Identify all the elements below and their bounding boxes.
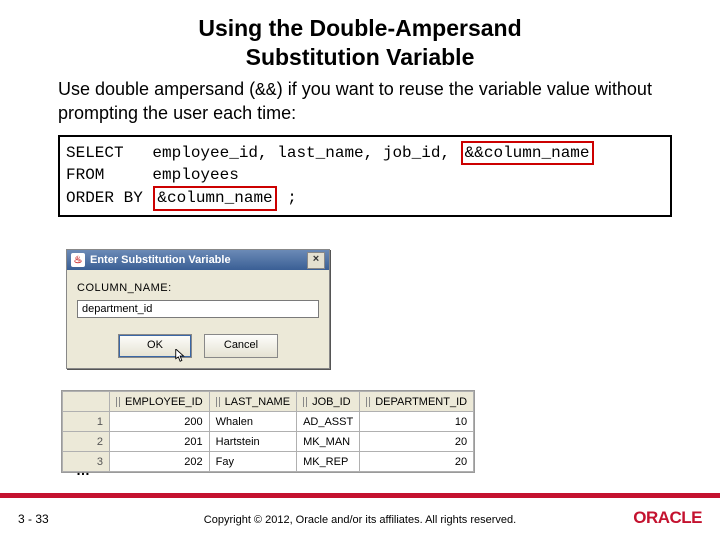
cell: Whalen — [209, 412, 296, 432]
table-header-row: EMPLOYEE_ID LAST_NAME JOB_ID DEPARTMENT_… — [63, 392, 474, 412]
col-label: EMPLOYEE_ID — [125, 396, 203, 408]
table-row: 2 201 Hartstein MK_MAN 20 — [63, 432, 474, 452]
cell: 20 — [360, 452, 474, 472]
title-line-1: Using the Double-Ampersand — [198, 15, 521, 41]
ok-button-label: OK — [147, 339, 163, 351]
cell: MK_REP — [297, 452, 360, 472]
sql-code-box: SELECT employee_id, last_name, job_id, &… — [58, 135, 672, 217]
cancel-button[interactable]: Cancel — [204, 334, 278, 358]
cell: AD_ASST — [297, 412, 360, 432]
oracle-logo: ORACLE — [633, 508, 702, 528]
cell: MK_MAN — [297, 432, 360, 452]
cell: 20 — [360, 432, 474, 452]
rows-ellipsis: … — [76, 462, 92, 478]
rownum-cell: 2 — [63, 432, 110, 452]
cell: 202 — [110, 452, 210, 472]
column-name-input[interactable] — [77, 300, 319, 318]
title-line-2: Substitution Variable — [246, 44, 475, 70]
col-job-id: JOB_ID — [297, 392, 360, 412]
dialog-titlebar: ♨ Enter Substitution Variable × — [67, 250, 329, 270]
cell: 200 — [110, 412, 210, 432]
col-last-name: LAST_NAME — [209, 392, 296, 412]
footer: 3 - 33 Copyright © 2012, Oracle and/or i… — [0, 498, 720, 540]
table-row: 3 202 Fay MK_REP 20 — [63, 452, 474, 472]
grip-icon — [216, 397, 222, 407]
slide-title: Using the Double-Ampersand Substitution … — [0, 0, 720, 72]
grip-icon — [303, 397, 309, 407]
table-row: 1 200 Whalen AD_ASST 10 — [63, 412, 474, 432]
rownum-cell: 1 — [63, 412, 110, 432]
body-pre: Use double ampersand ( — [58, 79, 255, 99]
col-label: LAST_NAME — [225, 396, 290, 408]
col-label: JOB_ID — [312, 396, 351, 408]
cell: Fay — [209, 452, 296, 472]
cell: 10 — [360, 412, 474, 432]
close-button[interactable]: × — [307, 252, 325, 269]
substitution-dialog: ♨ Enter Substitution Variable × COLUMN_N… — [66, 249, 330, 369]
grip-icon — [116, 397, 122, 407]
sql-line-1a: SELECT employee_id, last_name, job_id, — [66, 144, 460, 162]
sql-highlight-double-amp: &&column_name — [461, 141, 594, 166]
col-employee-id: EMPLOYEE_ID — [110, 392, 210, 412]
cursor-icon — [175, 349, 187, 363]
query-result-table: EMPLOYEE_ID LAST_NAME JOB_ID DEPARTMENT_… — [62, 391, 474, 472]
java-icon: ♨ — [71, 253, 85, 267]
cell: 201 — [110, 432, 210, 452]
slide-body-text: Use double ampersand (&&) if you want to… — [0, 72, 720, 125]
copyright-text: Copyright © 2012, Oracle and/or its affi… — [0, 514, 720, 526]
dialog-title-text: Enter Substitution Variable — [90, 254, 231, 266]
sql-line-2: FROM employees — [66, 166, 239, 184]
rownum-header — [63, 392, 110, 412]
sql-line-3a: ORDER BY — [66, 189, 152, 207]
ok-button[interactable]: OK — [118, 334, 192, 358]
grip-icon — [366, 397, 372, 407]
body-inline-code: && — [255, 81, 277, 101]
sql-highlight-single-amp: &column_name — [153, 186, 276, 211]
col-label: DEPARTMENT_ID — [375, 396, 467, 408]
cell: Hartstein — [209, 432, 296, 452]
dialog-field-label: COLUMN_NAME: — [77, 282, 319, 294]
col-department-id: DEPARTMENT_ID — [360, 392, 474, 412]
sql-line-3c: ; — [278, 189, 297, 207]
